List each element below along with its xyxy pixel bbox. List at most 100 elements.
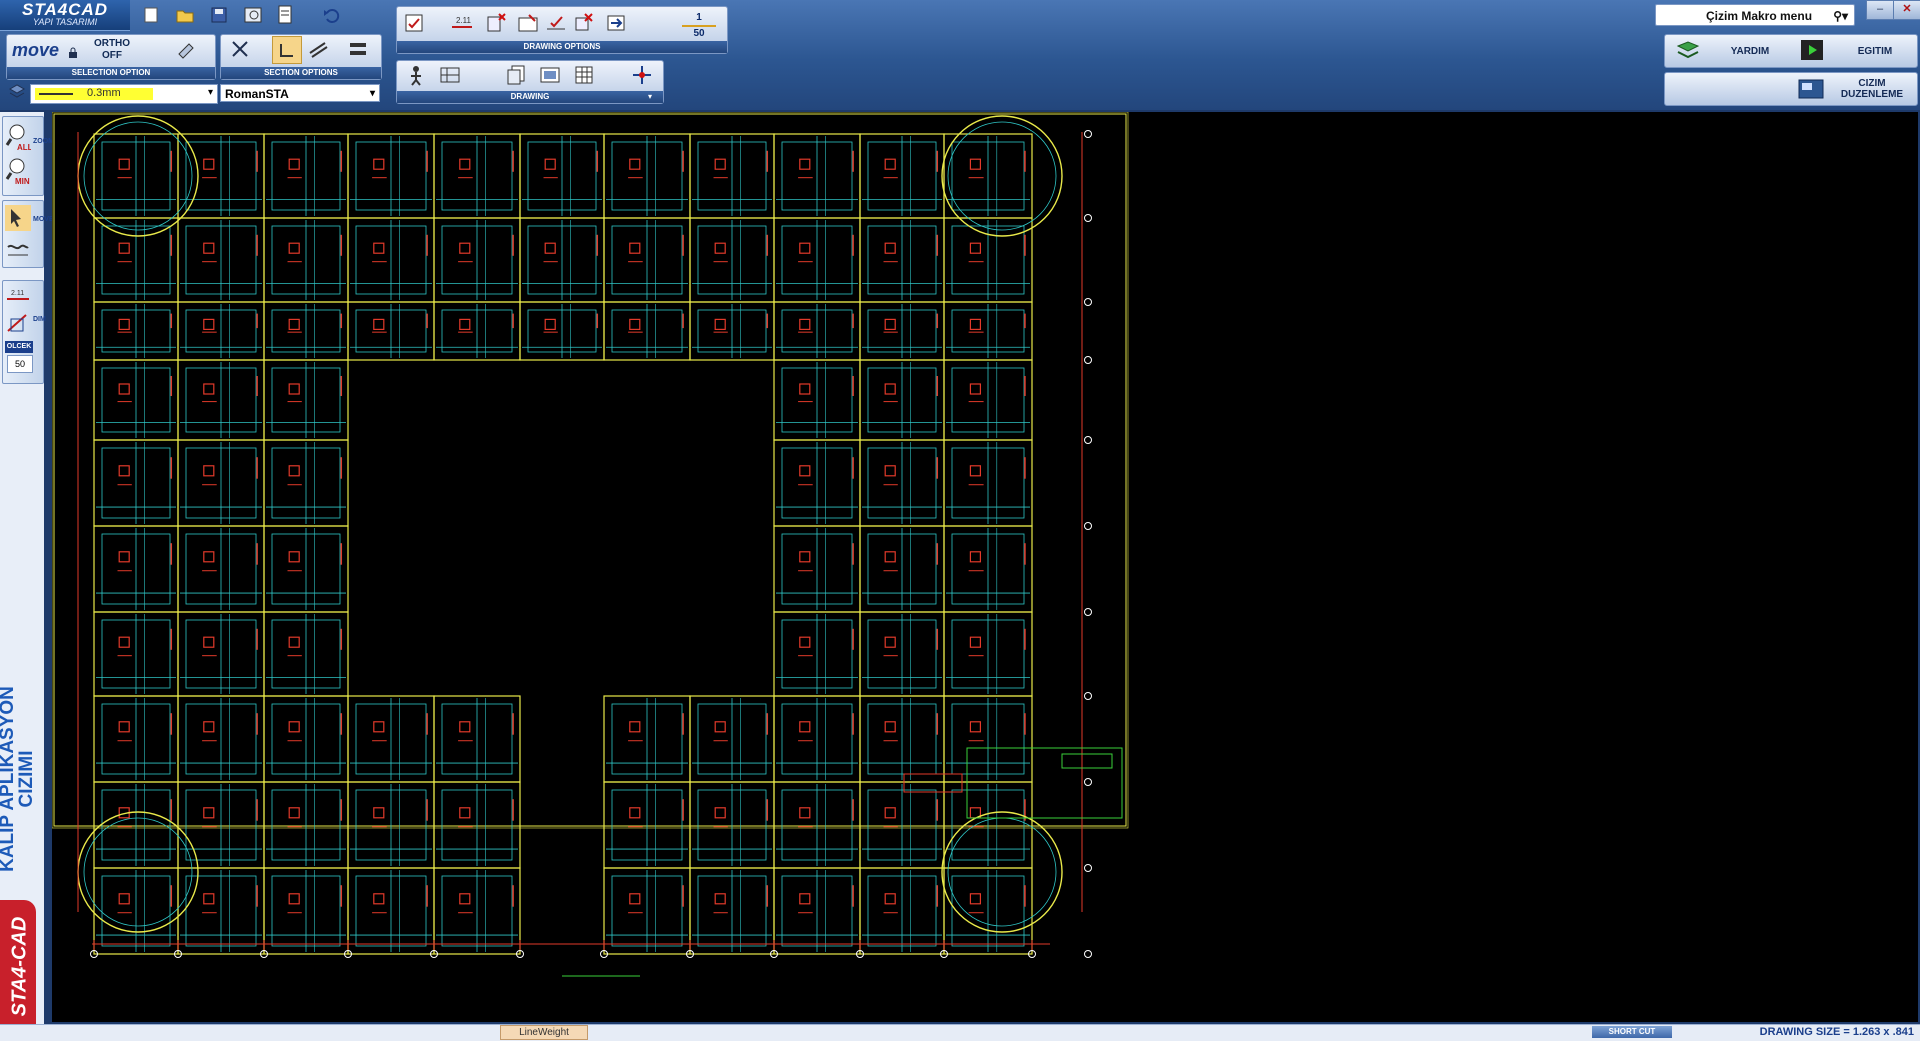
print-preview-icon[interactable] bbox=[240, 4, 268, 26]
column-mark bbox=[969, 636, 982, 648]
column-mark bbox=[884, 383, 896, 395]
axis-bubble bbox=[1084, 608, 1092, 616]
column-mark bbox=[969, 383, 982, 395]
zoom-all-icon[interactable]: ALL bbox=[5, 121, 33, 156]
column-mark bbox=[629, 721, 641, 733]
scale-figure-icon[interactable] bbox=[402, 62, 430, 88]
macro-menu-search[interactable]: Çizim Makro menu ⚲▾ bbox=[1655, 4, 1855, 26]
ortho-toggle-button[interactable]: ORTHO OFF bbox=[82, 38, 142, 62]
dimension-grid-icon[interactable] bbox=[5, 311, 31, 342]
drawing-options-caption: DRAWING OPTIONS bbox=[397, 41, 727, 53]
column-mark bbox=[714, 318, 726, 330]
drawing-edit-icon bbox=[1798, 78, 1824, 105]
egitim-button[interactable]: EGITIM bbox=[1840, 46, 1910, 57]
chevron-down-icon[interactable]: ▾ bbox=[208, 87, 213, 98]
column-mark bbox=[373, 893, 385, 905]
section-view-icon[interactable] bbox=[344, 36, 372, 62]
zoom-caption: ZOOM bbox=[33, 138, 54, 145]
column-mark bbox=[118, 893, 130, 905]
column-mark bbox=[288, 636, 300, 648]
close-button[interactable]: ✕ bbox=[1893, 0, 1920, 20]
check-drawing-icon[interactable] bbox=[400, 10, 428, 36]
scale-numerator: 1 bbox=[696, 12, 702, 23]
column-mark bbox=[884, 465, 896, 477]
crosshair-icon[interactable] bbox=[628, 62, 656, 88]
axis-bubble bbox=[1084, 214, 1092, 222]
column-mark bbox=[629, 242, 641, 254]
insert-block-icon[interactable] bbox=[602, 10, 630, 36]
axis-bubble bbox=[1084, 356, 1092, 364]
column-mark bbox=[799, 318, 811, 330]
lineweight-sample bbox=[39, 93, 73, 95]
title-block-logo bbox=[1061, 753, 1113, 769]
lineweight-tab[interactable]: LineWeight bbox=[500, 1025, 588, 1040]
page-setup-icon[interactable] bbox=[274, 4, 296, 26]
eraser-icon[interactable] bbox=[172, 36, 200, 62]
lineweight-value: 0.3mm bbox=[87, 87, 121, 99]
minimize-button[interactable]: – bbox=[1866, 0, 1894, 20]
new-file-icon[interactable] bbox=[140, 4, 162, 26]
layers-icon[interactable] bbox=[6, 80, 28, 102]
move-line-icon[interactable] bbox=[5, 237, 31, 266]
olcek-input[interactable]: 50 bbox=[7, 355, 33, 373]
approve-line-icon[interactable] bbox=[542, 10, 570, 36]
dimension-icon[interactable]: 2.11 bbox=[448, 10, 476, 36]
chevron-down-icon[interactable]: ▾ bbox=[648, 92, 652, 101]
lineweight-select[interactable]: 0.3mm ▾ bbox=[30, 84, 218, 104]
section-diagonal-icon[interactable] bbox=[304, 36, 332, 62]
dimension-tool-icon[interactable]: 2.11 bbox=[5, 285, 31, 312]
column-mark bbox=[203, 158, 215, 170]
chevron-down-icon[interactable]: ▾ bbox=[370, 85, 375, 103]
copy-sheet-icon[interactable] bbox=[502, 62, 530, 88]
delete-dimension-icon[interactable] bbox=[570, 10, 598, 36]
delete-object-icon[interactable] bbox=[482, 10, 510, 36]
zoom-group: ALL MIN ZOOM bbox=[2, 116, 54, 196]
search-icon[interactable]: ⚲▾ bbox=[1833, 5, 1848, 27]
edit-window-icon[interactable] bbox=[514, 10, 542, 36]
app-logo[interactable]: STA4CAD YAPI TASARIMI bbox=[0, 0, 130, 31]
column-mark bbox=[118, 383, 130, 395]
zoom-min-icon[interactable]: MIN bbox=[5, 155, 31, 190]
column-mark bbox=[373, 318, 385, 330]
cizim-duzenleme-button[interactable]: CIZIM DUZENLEME bbox=[1832, 78, 1912, 100]
corner-pile-inner bbox=[947, 121, 1057, 231]
zoom-all-label: ALL bbox=[17, 143, 31, 151]
drawing-scale-button[interactable]: 1 50 bbox=[672, 12, 726, 39]
yardim-button[interactable]: YARDIM bbox=[1720, 46, 1780, 57]
column-mark bbox=[288, 551, 300, 563]
column-mark bbox=[118, 465, 130, 477]
column-mark bbox=[799, 636, 811, 648]
section-line-icon[interactable] bbox=[272, 36, 302, 64]
move-cursor-icon[interactable] bbox=[5, 205, 31, 231]
foundation-plan-drawing[interactable] bbox=[51, 111, 1918, 1022]
column-mark bbox=[373, 807, 385, 819]
plan-view-icon[interactable] bbox=[436, 62, 464, 88]
section-cut-icon[interactable] bbox=[226, 36, 254, 62]
font-select[interactable]: RomanSTA ▾ bbox=[220, 84, 380, 102]
column-mark bbox=[459, 158, 471, 170]
table-icon[interactable] bbox=[570, 62, 598, 88]
column-mark bbox=[629, 893, 641, 905]
undo-icon[interactable] bbox=[320, 4, 342, 26]
frame-icon[interactable] bbox=[536, 62, 564, 88]
column-mark bbox=[203, 636, 215, 648]
scale-denominator: 50 bbox=[693, 28, 705, 39]
save-icon[interactable] bbox=[208, 4, 230, 26]
shortcut-button[interactable]: SHORT CUT bbox=[1592, 1026, 1672, 1038]
corner-pile bbox=[77, 811, 199, 933]
ortho-state: OFF bbox=[102, 50, 122, 61]
column-mark bbox=[373, 721, 385, 733]
column-mark bbox=[544, 242, 556, 254]
column-mark bbox=[969, 893, 982, 905]
corner-pile-inner bbox=[947, 817, 1057, 927]
column-mark bbox=[459, 242, 471, 254]
drawing-canvas[interactable] bbox=[51, 111, 1918, 1022]
column-mark bbox=[288, 721, 300, 733]
column-mark bbox=[714, 721, 726, 733]
column-mark bbox=[373, 242, 385, 254]
title-block bbox=[966, 747, 1123, 819]
axis-bubble bbox=[1084, 436, 1092, 444]
dim-group: 2.11 OLCEK 50 DIM bbox=[2, 280, 46, 384]
axis-bubble bbox=[1084, 950, 1092, 958]
open-folder-icon[interactable] bbox=[174, 4, 196, 26]
